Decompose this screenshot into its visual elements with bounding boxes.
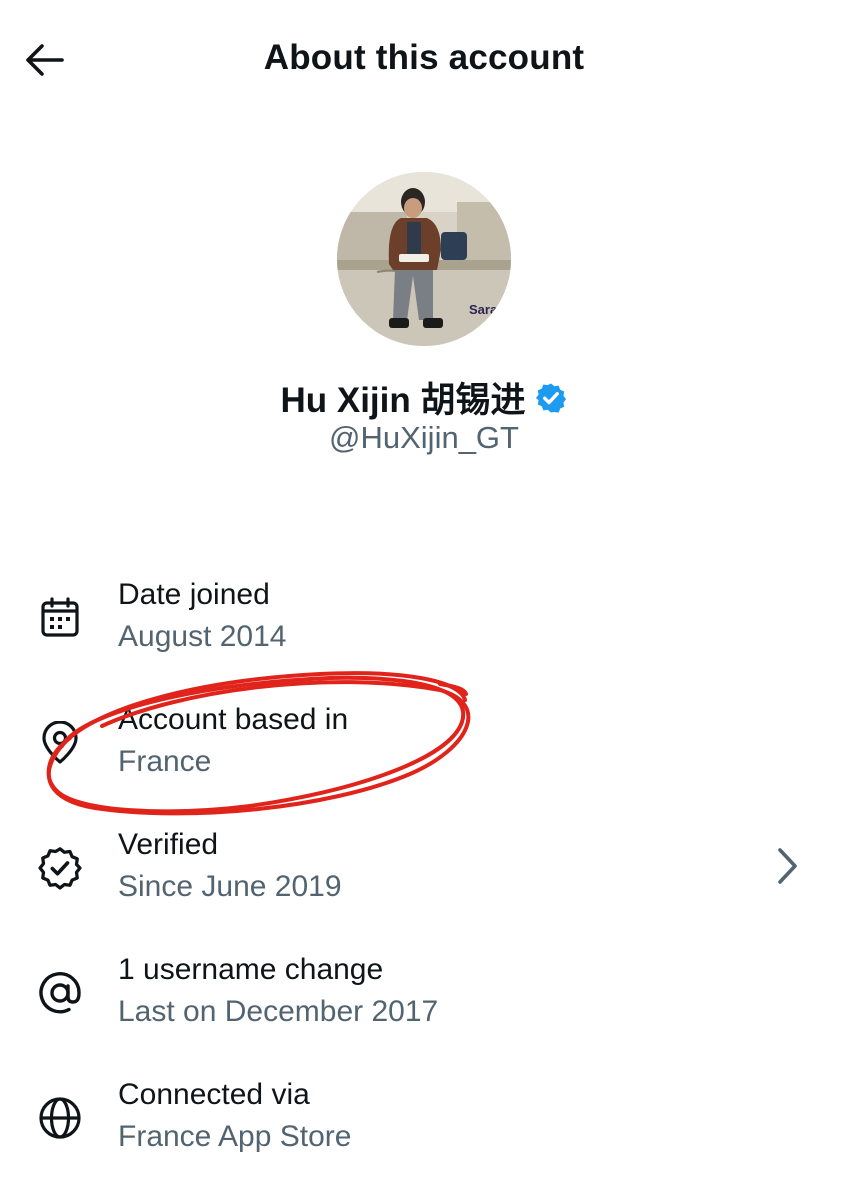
verified-badge-icon[interactable] — [534, 381, 568, 415]
detail-title: Verified — [118, 828, 219, 861]
avatar-caption: Saraje — [469, 302, 508, 317]
detail-account-location: Account based in France — [0, 703, 848, 813]
chevron-right-icon[interactable] — [770, 842, 806, 890]
at-sign-icon — [34, 967, 86, 1019]
name-row: Hu Xijin 胡锡进 — [0, 372, 848, 423]
avatar[interactable]: Saraje — [337, 172, 511, 346]
about-account-page: About this account Saraje Hu Xijin 胡锡进 @… — [0, 0, 848, 1200]
page-title: About this account — [263, 38, 585, 77]
detail-subtitle: Last on December 2017 — [118, 995, 439, 1028]
detail-title: Connected via — [118, 1078, 310, 1111]
location-pin-icon — [34, 717, 86, 769]
verified-check-icon — [34, 842, 86, 894]
detail-title: Date joined — [118, 578, 270, 611]
detail-username-change: 1 username change Last on December 2017 — [0, 953, 848, 1063]
avatar-photo: Saraje — [337, 172, 511, 346]
detail-connected-via: Connected via France App Store — [0, 1078, 848, 1188]
detail-subtitle: France — [118, 745, 212, 778]
detail-subtitle: Since June 2019 — [118, 870, 342, 903]
detail-title: 1 username change — [118, 953, 384, 986]
handle: @HuXijin_GT — [329, 420, 519, 455]
calendar-icon — [34, 592, 86, 644]
globe-icon — [34, 1092, 86, 1144]
detail-date-joined: Date joined August 2014 — [0, 578, 848, 688]
display-name: Hu Xijin 胡锡进 — [280, 381, 526, 420]
detail-subtitle: August 2014 — [118, 620, 287, 653]
detail-verified[interactable]: Verified Since June 2019 — [0, 828, 848, 938]
detail-subtitle: France App Store — [118, 1120, 352, 1153]
header: About this account — [0, 0, 848, 120]
detail-title: Account based in — [118, 703, 349, 736]
